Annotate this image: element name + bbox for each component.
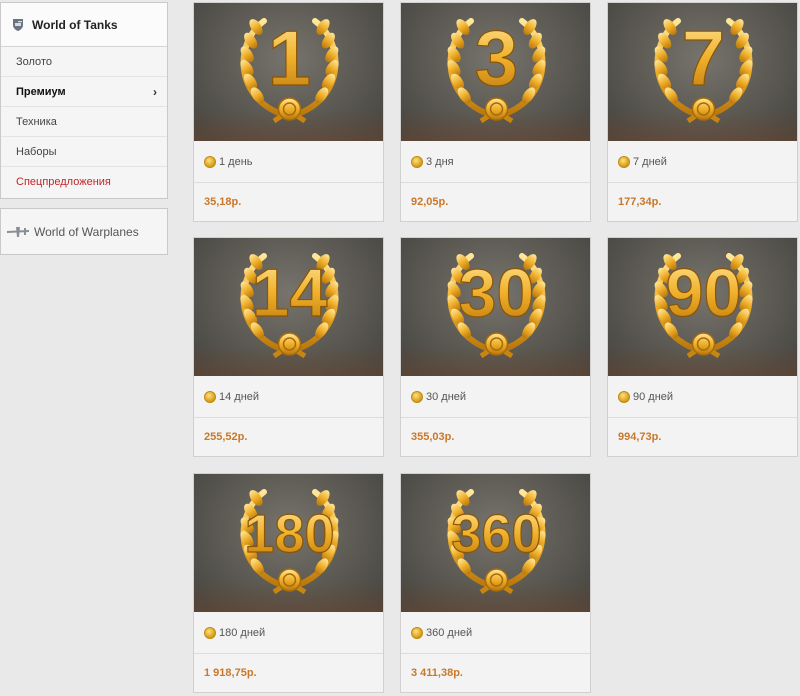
card-name: 180 дней [194,612,383,654]
plane-logo-icon [7,226,29,238]
card-price: 355,03р. [411,431,455,443]
premium-coin-icon [411,626,423,639]
card-name: 90 дней [608,376,797,418]
premium-card[interactable]: 30 30 дней 355,03р. [400,237,591,457]
chevron-right-icon: › [153,84,157,99]
card-name: 14 дней [194,376,383,418]
menu-item-label: Наборы [16,145,57,158]
laurel-wreath-icon: 3 [447,13,546,124]
card-number: 1 [268,14,311,102]
wowp-title: World of Warplanes [34,224,139,239]
premium-coin-icon [618,390,630,403]
card-number: 360 [451,504,541,564]
card-name-label: 30 дней [426,390,467,403]
premium-card[interactable]: 1 1 день 35,18р. [193,2,384,222]
card-number: 180 [244,504,334,564]
card-image: 3 [401,3,590,141]
menu-item-label: Премиум [16,85,66,98]
premium-coin-icon [411,390,423,403]
card-name-label: 3 дня [426,155,454,168]
premium-coin-icon [411,155,423,168]
card-price: 255,52р. [204,431,248,443]
wot-title: World of Tanks [32,17,118,32]
card-number: 90 [666,255,742,331]
wot-header[interactable]: World of Tanks [1,3,167,47]
card-name: 360 дней [401,612,590,654]
premium-card[interactable]: 90 90 дней 994,73р. [607,237,798,457]
menu-item-bundles[interactable]: Наборы [1,137,167,167]
wowp-panel[interactable]: World of Warplanes [0,208,168,255]
premium-coin-icon [204,155,216,168]
laurel-wreath-icon: 14 [240,253,339,359]
menu-item-vehicles[interactable]: Техника [1,107,167,137]
card-price: 35,18р. [204,196,242,208]
premium-card[interactable]: 3 3 дня 92,05р. [400,2,591,222]
tank-logo-icon [11,18,25,32]
menu-item-special-offers[interactable]: Спецпредложения [1,167,167,197]
card-image: 90 [608,238,797,376]
card-name-label: 7 дней [633,155,667,168]
card-name-label: 180 дней [219,626,266,639]
card-image: 360 [401,474,590,612]
card-price: 994,73р. [618,431,662,443]
premium-card[interactable]: 14 14 дней 255,52р. [193,237,384,457]
card-name-label: 90 дней [633,390,674,403]
premium-coin-icon [618,155,630,168]
card-price: 1 918,75р. [204,667,257,679]
card-price: 177,34р. [618,196,662,208]
laurel-wreath-icon: 180 [240,489,339,595]
card-name: 1 день [194,141,383,183]
card-price: 92,05р. [411,196,449,208]
card-name-label: 360 дней [426,626,473,639]
card-image: 1 [194,3,383,141]
premium-card[interactable]: 7 7 дней 177,34р. [607,2,798,222]
card-number: 3 [475,14,518,102]
laurel-wreath-icon: 90 [654,253,753,359]
card-number: 14 [252,255,328,331]
menu-item-premium[interactable]: Премиум › [1,77,167,107]
menu-item-gold[interactable]: Золото [1,47,167,77]
premium-coin-icon [204,626,216,639]
card-number: 7 [682,14,725,102]
card-image: 30 [401,238,590,376]
card-number: 30 [459,255,535,331]
premium-card[interactable]: 360 360 дней 3 411,38р. [400,473,591,693]
laurel-wreath-icon: 30 [447,253,546,359]
card-name-label: 1 день [219,155,253,168]
premium-card[interactable]: 180 180 дней 1 918,75р. [193,473,384,693]
laurel-wreath-icon: 1 [240,13,339,124]
card-image: 7 [608,3,797,141]
laurel-wreath-icon: 7 [654,13,753,124]
card-name-label: 14 дней [219,390,260,403]
card-image: 180 [194,474,383,612]
card-price: 3 411,38р. [411,667,463,679]
menu-item-label: Золото [16,55,52,68]
card-name: 30 дней [401,376,590,418]
menu-item-label: Техника [16,115,57,128]
menu-item-label: Спецпредложения [16,176,111,188]
wot-panel: World of Tanks Золото Премиум › Техника … [0,2,168,199]
card-name: 7 дней [608,141,797,183]
laurel-wreath-icon: 360 [447,489,546,595]
card-name: 3 дня [401,141,590,183]
card-image: 14 [194,238,383,376]
premium-coin-icon [204,390,216,403]
